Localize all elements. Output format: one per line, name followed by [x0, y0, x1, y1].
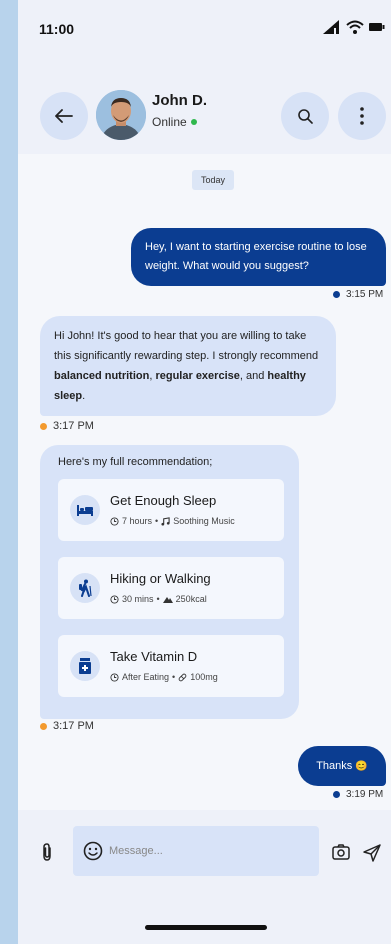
online-indicator [190, 119, 197, 125]
meta-value: 100mg [190, 672, 218, 682]
message-input-box[interactable] [73, 826, 319, 876]
message-text-bold: regular exercise [155, 370, 240, 382]
message-text-bold: balanced nutrition [54, 370, 150, 382]
clock-icon [110, 672, 119, 682]
sent-indicator [333, 791, 340, 798]
received-indicator [40, 422, 47, 430]
contact-name: John D. [152, 92, 207, 109]
send-button[interactable] [363, 844, 381, 867]
timestamp-text: 3:17 PM [53, 420, 94, 432]
camera-button[interactable] [332, 844, 350, 865]
message-incoming[interactable]: Hi John! It's good to hear that you are … [40, 316, 336, 416]
more-vertical-icon [360, 107, 364, 125]
meta-value: Soothing Music [173, 516, 235, 526]
chat-area[interactable]: Today Hey, I want to starting exercise r… [18, 154, 391, 810]
menu-button[interactable] [338, 92, 386, 140]
home-indicator[interactable] [145, 925, 267, 930]
recommendation-meta: After Eating • 100mg [110, 672, 218, 682]
bed-icon [70, 495, 100, 525]
recommendation-meta: 7 hours • Soothing Music [110, 516, 235, 526]
sent-indicator [333, 291, 340, 298]
avatar[interactable] [96, 90, 146, 140]
message-timestamp: 3:17 PM [40, 720, 94, 732]
recommendation-name: Take Vitamin D [110, 649, 198, 664]
status-bar: 11:00 [18, 0, 391, 60]
meta-value: 7 hours [122, 516, 153, 526]
smiley-icon[interactable] [83, 841, 103, 861]
camera-icon [332, 844, 350, 860]
message-text-part: . [82, 390, 86, 402]
meta-separator: • [156, 594, 160, 604]
message-timestamp: 3:15 PM [333, 289, 383, 300]
recommendation-name: Get Enough Sleep [110, 493, 217, 508]
send-icon [363, 844, 381, 862]
battery-icon [369, 23, 385, 31]
message-composer [18, 810, 391, 944]
attach-button[interactable] [40, 842, 54, 867]
contact-status-label: Online [152, 115, 187, 129]
pill-icon [178, 673, 187, 681]
hiking-icon [70, 573, 100, 603]
search-button[interactable] [281, 92, 329, 140]
date-chip: Today [192, 170, 234, 190]
recommendation-name: Hiking or Walking [110, 571, 211, 586]
recommendation-item[interactable]: Hiking or Walking 30 mins • 250kcal [58, 557, 284, 619]
music-note-icon [161, 516, 170, 526]
timestamp-text: 3:17 PM [53, 720, 94, 732]
recommendation-item[interactable]: Get Enough Sleep 7 hours • Soothing Musi… [58, 479, 284, 541]
meta-separator: • [155, 516, 159, 526]
status-time: 11:00 [39, 21, 75, 37]
message-text: Hey, I want to starting exercise routine… [145, 241, 367, 272]
signal-icon [323, 20, 339, 34]
phone-screen: 11:00 John D. Online Today Hey, I want t… [18, 0, 391, 944]
mountain-icon [162, 597, 173, 603]
recommendation-title: Here's my full recommendation; [58, 456, 213, 468]
avatar-image [96, 90, 146, 140]
meta-value: 250kcal [175, 594, 207, 604]
medicine-bottle-icon [70, 651, 100, 681]
recommendation-item[interactable]: Take Vitamin D After Eating • 100mg [58, 635, 284, 697]
chat-header: John D. Online [18, 60, 391, 154]
recommendation-meta: 30 mins • 250kcal [110, 594, 207, 604]
message-input[interactable] [109, 845, 299, 857]
clock-icon [110, 516, 119, 526]
message-timestamp: 3:19 PM [333, 789, 383, 800]
recommendation-card[interactable]: Here's my full recommendation; Get Enoug… [40, 445, 299, 719]
message-text-part: Hi John! It's good to hear that you are … [54, 330, 319, 362]
meta-value: 30 mins [122, 594, 154, 604]
message-text: Thanks [316, 759, 353, 772]
received-indicator [40, 722, 47, 730]
back-button[interactable] [40, 92, 88, 140]
search-icon [298, 109, 313, 124]
paperclip-icon [43, 843, 51, 861]
message-text-part: , and [239, 370, 268, 382]
timestamp-text: 3:19 PM [346, 789, 384, 800]
wifi-icon [346, 20, 364, 34]
meta-separator: • [172, 672, 176, 682]
contact-status: Online [152, 115, 197, 129]
status-icons [323, 20, 385, 34]
message-outgoing[interactable]: Thanks 😊 [298, 746, 386, 786]
message-outgoing[interactable]: Hey, I want to starting exercise routine… [131, 228, 386, 286]
emoji-smile: 😊 [355, 760, 368, 772]
meta-value: After Eating [122, 672, 170, 682]
clock-icon [110, 594, 119, 604]
message-timestamp: 3:17 PM [40, 420, 94, 432]
timestamp-text: 3:15 PM [346, 289, 384, 300]
arrow-left-icon [55, 109, 73, 123]
